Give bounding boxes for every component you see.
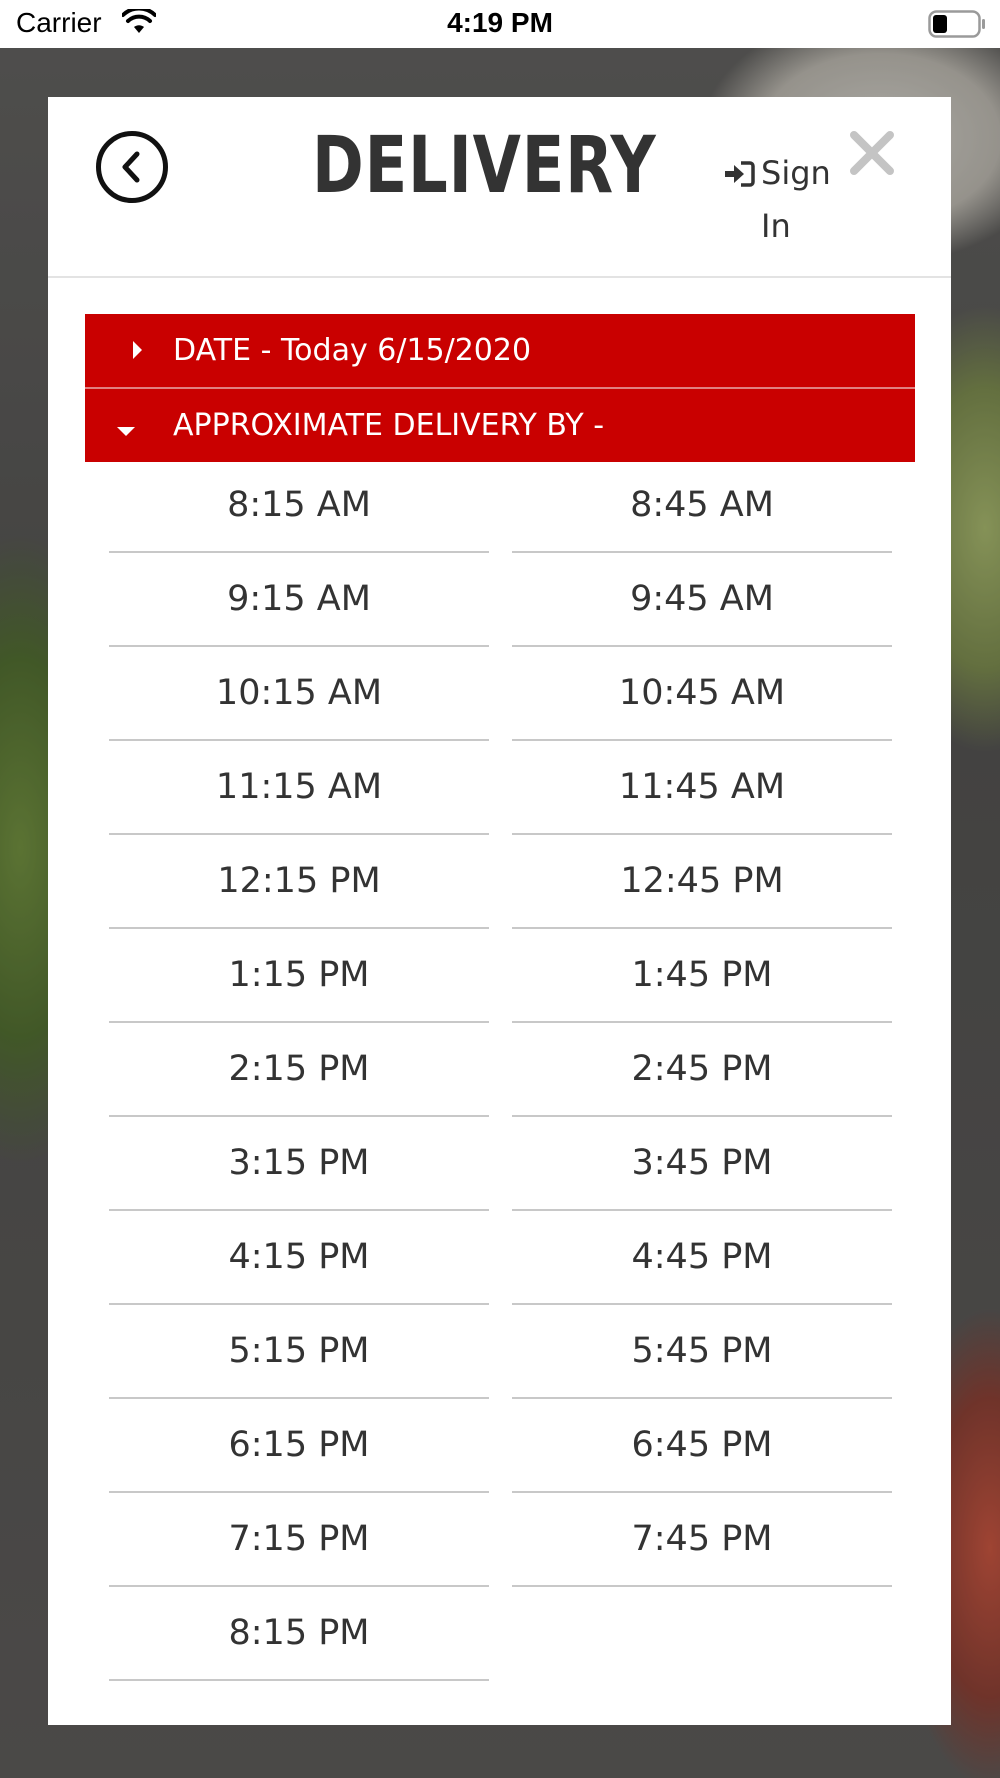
time-slot[interactable]: 10:45 AM [512, 647, 892, 741]
time-slot[interactable]: 5:45 PM [512, 1305, 892, 1399]
time-slot[interactable]: 6:45 PM [512, 1399, 892, 1493]
close-button[interactable] [846, 127, 898, 179]
sign-in-icon [725, 160, 755, 187]
sign-in-label-2: In [761, 207, 791, 245]
time-slot[interactable]: 5:15 PM [109, 1305, 489, 1399]
time-slot[interactable]: 8:15 AM [109, 459, 489, 553]
modal-header: DELIVERY Sign In [48, 97, 951, 278]
time-slot[interactable]: 7:45 PM [512, 1493, 892, 1587]
time-slot[interactable]: 9:15 AM [109, 553, 489, 647]
clock: 4:19 PM [447, 7, 553, 38]
time-slot[interactable]: 11:15 AM [109, 741, 489, 835]
time-slot[interactable]: 12:45 PM [512, 835, 892, 929]
time-slot[interactable]: 9:45 AM [512, 553, 892, 647]
date-label: DATE - Today 6/15/2020 [173, 333, 532, 368]
delivery-modal: DELIVERY Sign In DATE - Today 6/15/2020 … [48, 97, 951, 1725]
close-icon [850, 131, 894, 175]
battery-icon [928, 10, 986, 42]
time-slot[interactable]: 2:15 PM [109, 1023, 489, 1117]
time-slot[interactable]: 1:45 PM [512, 929, 892, 1023]
chevron-left-icon [122, 151, 140, 183]
time-slot[interactable]: 1:15 PM [109, 929, 489, 1023]
time-slot[interactable]: 8:15 PM [109, 1587, 489, 1681]
time-slot[interactable]: 4:15 PM [109, 1211, 489, 1305]
time-slot[interactable]: 4:45 PM [512, 1211, 892, 1305]
page-title: DELIVERY [312, 121, 657, 211]
time-slot[interactable]: 3:45 PM [512, 1117, 892, 1211]
time-slot[interactable]: 3:15 PM [109, 1117, 489, 1211]
caret-right-icon [85, 314, 173, 387]
sign-in-label-1: Sign [761, 154, 831, 192]
time-slot[interactable]: 10:15 AM [109, 647, 489, 741]
time-slot[interactable]: 7:15 PM [109, 1493, 489, 1587]
status-bar: Carrier 4:19 PM [0, 0, 1000, 48]
time-slot[interactable]: 11:45 AM [512, 741, 892, 835]
date-section-header[interactable]: DATE - Today 6/15/2020 [85, 314, 915, 387]
delivery-accordion: DATE - Today 6/15/2020 APPROXIMATE DELIV… [85, 314, 915, 462]
sign-in-link[interactable]: Sign In [723, 147, 853, 253]
delivery-time-section-header[interactable]: APPROXIMATE DELIVERY BY - [85, 387, 915, 462]
time-slot[interactable]: 2:45 PM [512, 1023, 892, 1117]
delivery-time-label: APPROXIMATE DELIVERY BY - [173, 408, 605, 443]
back-button[interactable] [96, 131, 168, 203]
caret-down-icon [85, 389, 173, 462]
time-slot[interactable]: 6:15 PM [109, 1399, 489, 1493]
time-slot[interactable]: 12:15 PM [109, 835, 489, 929]
time-slot-grid: 8:15 AM 8:45 AM 9:15 AM 9:45 AM 10:15 AM… [109, 459, 892, 1681]
time-slot[interactable]: 8:45 AM [512, 459, 892, 553]
